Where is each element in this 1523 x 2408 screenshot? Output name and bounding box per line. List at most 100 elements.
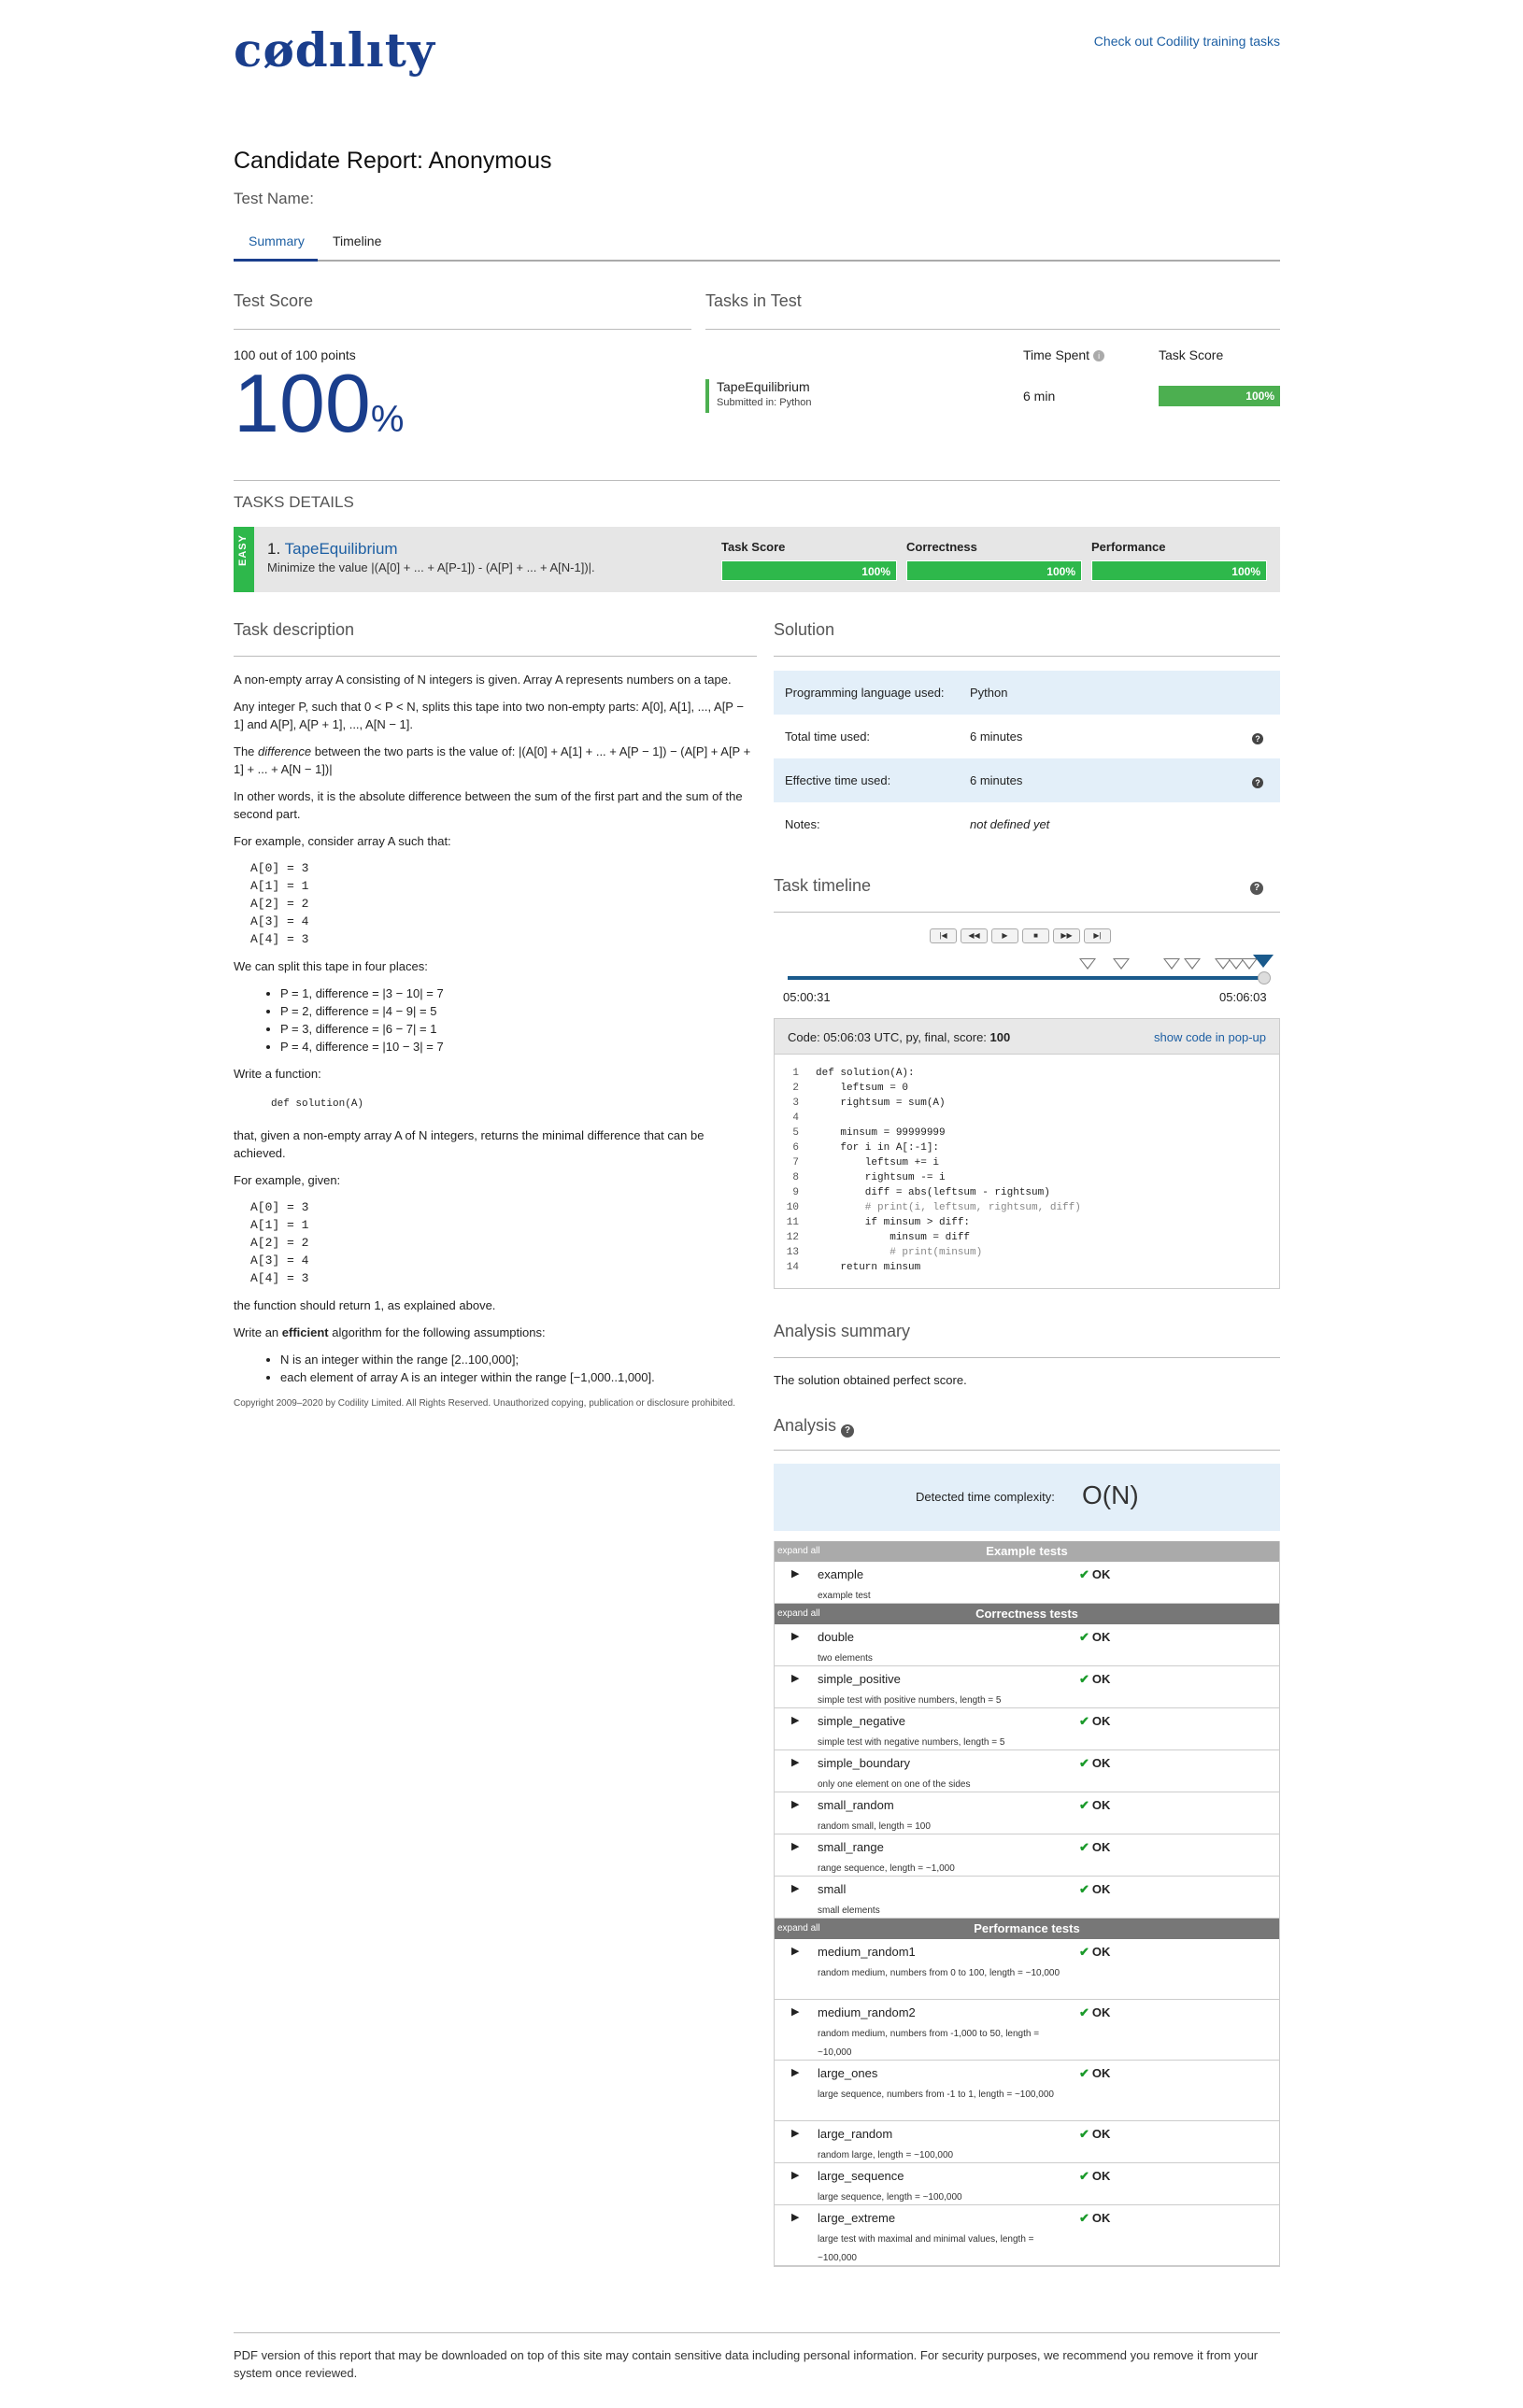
info-icon[interactable]: i <box>1093 350 1105 362</box>
timeline-start-time: 05:00:31 <box>783 990 831 1004</box>
expand-all-link[interactable]: expand all <box>777 1923 820 1933</box>
help-icon[interactable]: ? <box>1250 882 1263 895</box>
stop-button[interactable]: ■ <box>1022 928 1049 943</box>
performance-bar: 100% <box>1091 560 1267 581</box>
tasks-in-test-heading: Tasks in Test <box>705 291 802 310</box>
next-snapshot-button[interactable]: ▶▶ <box>1053 928 1080 943</box>
expand-arrow-icon[interactable]: ▶ <box>791 1672 799 1684</box>
test-row[interactable]: ▶ large_random random large, length = ~100… <box>775 2121 1279 2163</box>
line-number: 5 <box>792 1127 799 1139</box>
task-entry[interactable]: TapeEquilibrium Submitted in: Python <box>705 379 812 413</box>
line-number: 3 <box>792 1098 799 1109</box>
test-result: ✔ OK <box>1079 1840 1110 1855</box>
snapshot-marker[interactable] <box>1184 958 1201 970</box>
test-name: simple_negative <box>818 1714 905 1728</box>
code-text: def solution(A): <box>816 1068 915 1079</box>
expand-arrow-icon[interactable]: ▶ <box>791 2127 799 2139</box>
check-icon: ✔ <box>1079 1840 1089 1854</box>
timeline-track[interactable] <box>788 976 1266 980</box>
result-label: OK <box>1091 2066 1111 2080</box>
test-row[interactable]: ▶ simple_negativesimple test with negativ… <box>775 1708 1279 1750</box>
expand-all-link[interactable]: expand all <box>777 1546 820 1556</box>
expand-arrow-icon[interactable]: ▶ <box>791 1798 799 1810</box>
code-text: return minsum <box>816 1262 921 1273</box>
expand-arrow-icon[interactable]: ▶ <box>791 2066 799 2078</box>
test-row[interactable]: ▶ simple_boundary only one element on one … <box>775 1750 1279 1792</box>
test-result: ✔ OK <box>1079 2005 1110 2020</box>
line-number: 1 <box>792 1068 799 1079</box>
test-description: simple test with positive numbers, lengt… <box>818 1695 1002 1706</box>
code-line: 1 def solution(A): <box>775 1066 1279 1081</box>
expand-arrow-icon[interactable]: ▶ <box>791 1630 799 1642</box>
test-row[interactable]: ▶ medium_random2 random medium, numbers fr… <box>775 2000 1279 2061</box>
tab-timeline[interactable]: Timeline <box>333 234 381 248</box>
test-row[interactable]: ▶ small small elements ✔ OK <box>775 1877 1279 1919</box>
task-score-bar: 100% <box>1159 386 1280 406</box>
expand-all-link[interactable]: expand all <box>777 1608 820 1619</box>
test-result: ✔ OK <box>1079 2169 1110 2184</box>
result-label: OK <box>1091 1714 1111 1728</box>
previous-snapshot-button[interactable]: ◀◀ <box>961 928 988 943</box>
check-icon: ✔ <box>1079 1798 1089 1812</box>
test-name: simple_boundary <box>818 1756 911 1770</box>
codility-logo[interactable]: cødılıty <box>234 22 435 78</box>
test-name: double <box>818 1630 855 1644</box>
play-button[interactable]: ▶ <box>991 928 1018 943</box>
expand-arrow-icon[interactable]: ▶ <box>791 2211 799 2223</box>
task-summary: Minimize the value |(A[0] + ... + A[P-1]… <box>267 560 595 574</box>
training-tasks-link[interactable]: Check out Codility training tasks <box>1094 34 1280 49</box>
description-paragraph: Write a function: <box>234 1067 321 1081</box>
line-number: 7 <box>792 1157 799 1169</box>
code-text: leftsum = 0 <box>816 1083 909 1094</box>
expand-arrow-icon[interactable]: ▶ <box>791 2169 799 2181</box>
line-number: 11 <box>786 1217 799 1228</box>
test-row[interactable]: ▶ small_range range sequence, length = ~1,… <box>775 1834 1279 1877</box>
test-name: medium_random1 <box>818 1945 916 1959</box>
test-name: large_extreme <box>818 2211 896 2225</box>
split-list: P = 1, difference = |3 − 10| = 7 P = 2, … <box>280 984 757 1055</box>
check-icon: ✔ <box>1079 1714 1089 1728</box>
test-row[interactable]: ▶ large_extreme large test with maximal an… <box>775 2205 1279 2266</box>
first-snapshot-button[interactable]: |◀ <box>930 928 957 943</box>
test-row[interactable]: ▶ medium_random1 random medium, numbers fr… <box>775 1939 1279 2000</box>
result-label: OK <box>1091 1840 1111 1854</box>
test-row[interactable]: ▶ large_sequence large sequence, length = … <box>775 2163 1279 2205</box>
expand-arrow-icon[interactable]: ▶ <box>791 1567 799 1579</box>
tab-summary[interactable]: Summary <box>249 234 305 248</box>
task-details-title: 1. TapeEquilibrium <box>267 540 398 559</box>
code-listing: 1 def solution(A): 2 leftsum = 03 rightsum… <box>775 1055 1279 1275</box>
snapshot-marker[interactable] <box>1163 958 1180 970</box>
help-icon[interactable]: ? <box>1252 733 1263 744</box>
help-icon[interactable]: ? <box>1252 777 1263 788</box>
timeline-end-time: 05:06:03 <box>1219 990 1267 1004</box>
check-icon: ✔ <box>1079 1945 1089 1959</box>
help-icon[interactable]: ? <box>841 1424 855 1438</box>
expand-arrow-icon[interactable]: ▶ <box>791 1714 799 1726</box>
expand-arrow-icon[interactable]: ▶ <box>791 1945 799 1957</box>
report-tabs: Summary Timeline <box>234 224 1280 262</box>
test-row[interactable]: ▶ large_ones large sequence, numbers from … <box>775 2061 1279 2121</box>
code-line: 5 minsum = 99999999 <box>775 1126 1279 1140</box>
last-snapshot-button[interactable]: ▶| <box>1084 928 1111 943</box>
snapshot-marker[interactable] <box>1113 958 1130 970</box>
expand-arrow-icon[interactable]: ▶ <box>791 2005 799 2018</box>
expand-arrow-icon[interactable]: ▶ <box>791 1756 799 1768</box>
expand-arrow-icon[interactable]: ▶ <box>791 1840 799 1852</box>
task-name-link[interactable]: TapeEquilibrium <box>285 540 398 558</box>
test-row[interactable]: ▶ small_random random small, length = 100 ✔… <box>775 1792 1279 1834</box>
snapshot-marker[interactable] <box>1079 958 1096 970</box>
test-result: ✔ OK <box>1079 2127 1110 2142</box>
solution-row-language: Programming language used: Python <box>774 671 1280 715</box>
test-row[interactable]: ▶ simple_positive simple test with positiv… <box>775 1666 1279 1708</box>
show-code-popup-link[interactable]: show code in pop-up <box>1154 1030 1266 1044</box>
test-name: example <box>818 1567 864 1581</box>
current-snapshot-marker[interactable] <box>1253 955 1274 968</box>
expand-arrow-icon[interactable]: ▶ <box>791 1882 799 1894</box>
test-row[interactable]: ▶ double two elements ✔ OK <box>775 1624 1279 1666</box>
timeline-slider-handle[interactable] <box>1258 971 1271 984</box>
code-header: Code: 05:06:03 UTC, py, final, score: 10… <box>775 1019 1279 1055</box>
test-description: simple test with negative numbers, lengt… <box>818 1737 1005 1748</box>
test-results-table: Example tests expand all ▶ example example t… <box>774 1541 1280 2267</box>
test-row[interactable]: ▶ example example test ✔ OK <box>775 1562 1279 1604</box>
result-label: OK <box>1091 1630 1111 1644</box>
